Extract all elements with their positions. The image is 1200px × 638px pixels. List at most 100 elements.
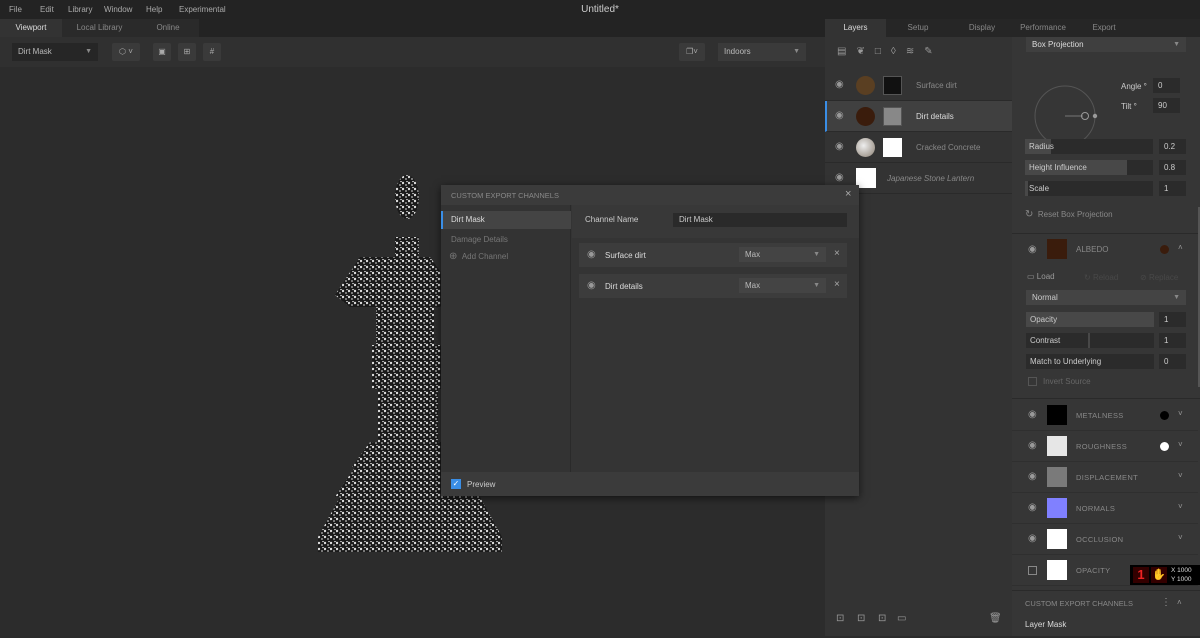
- eye-icon[interactable]: ◉: [1028, 244, 1037, 255]
- scale-slider[interactable]: Scale: [1025, 181, 1153, 196]
- waves-icon[interactable]: ≋: [906, 46, 924, 57]
- channel-swatch[interactable]: [1047, 498, 1067, 518]
- export-icon[interactable]: ⊡: [878, 613, 886, 624]
- scale-input[interactable]: 1: [1159, 181, 1186, 196]
- channel-swatch[interactable]: [1047, 436, 1067, 456]
- height-influence-slider[interactable]: Height Influence: [1025, 160, 1153, 175]
- tab-setup[interactable]: Setup: [886, 19, 950, 37]
- list-icon[interactable]: ▤: [837, 46, 856, 57]
- eye-icon[interactable]: ◉: [1028, 533, 1037, 544]
- eye-icon[interactable]: ◉: [587, 280, 596, 291]
- tab-local-library[interactable]: Local Library: [62, 19, 137, 37]
- radius-input[interactable]: 0.2: [1159, 139, 1186, 154]
- albedo-swatch[interactable]: [1047, 239, 1067, 259]
- channel-swatch[interactable]: [1047, 467, 1067, 487]
- folder-icon[interactable]: ▭: [897, 613, 906, 624]
- match-underlying-slider[interactable]: Match to Underlying: [1026, 354, 1154, 369]
- channel-color-dot[interactable]: [1160, 442, 1169, 451]
- add-fill-icon[interactable]: ⊡: [857, 613, 865, 624]
- environment-select[interactable]: Indoors ▼: [718, 43, 806, 61]
- chevron-down-icon[interactable]: ˅: [1178, 409, 1183, 418]
- layer-row-selected[interactable]: ◉ Dirt details: [825, 101, 1012, 132]
- channel-checkbox[interactable]: [1028, 566, 1037, 575]
- brush-icon[interactable]: ✎: [924, 46, 942, 57]
- tab-viewport[interactable]: Viewport: [0, 19, 62, 37]
- chevron-down-icon[interactable]: ˅: [1178, 440, 1183, 449]
- tab-layers[interactable]: Layers: [825, 19, 886, 37]
- chevron-up-icon[interactable]: ˄: [1178, 243, 1183, 252]
- eye-icon[interactable]: ◉: [1028, 502, 1037, 513]
- source-name: Dirt details: [605, 282, 643, 291]
- trash-icon[interactable]: 🗑: [989, 613, 1002, 624]
- tab-export[interactable]: Export: [1072, 19, 1136, 37]
- add-layer-icon[interactable]: ⊡: [836, 613, 844, 624]
- channel-occlusion[interactable]: ◉ OCCLUSION ˅: [1012, 524, 1198, 555]
- channel-swatch[interactable]: [1047, 529, 1067, 549]
- add-channel-button[interactable]: ⊕ Add Channel: [449, 251, 508, 262]
- image-view-button[interactable]: ▣: [153, 43, 171, 61]
- eye-icon[interactable]: ◉: [835, 110, 844, 121]
- chevron-down-icon[interactable]: ˅: [1178, 502, 1183, 511]
- channel-swatch[interactable]: [1047, 405, 1067, 425]
- grid-2x2-button[interactable]: ⊞: [178, 43, 196, 61]
- channel-color-dot[interactable]: [1160, 411, 1169, 420]
- remove-icon[interactable]: ×: [834, 248, 840, 259]
- channel-item[interactable]: Damage Details: [451, 235, 508, 244]
- eye-icon[interactable]: ◉: [835, 172, 844, 183]
- camera-button[interactable]: ❐˅: [679, 43, 705, 61]
- chevron-down-icon[interactable]: ˅: [1178, 471, 1183, 480]
- angle-input[interactable]: 0: [1153, 78, 1180, 93]
- eye-icon[interactable]: ◉: [1028, 440, 1037, 451]
- more-options-icon[interactable]: ⋮: [1161, 597, 1171, 608]
- caret-down-icon: ▼: [1173, 294, 1180, 301]
- tab-performance[interactable]: Performance: [1014, 19, 1072, 37]
- match-underlying-input[interactable]: 0: [1159, 354, 1186, 369]
- albedo-color-dot[interactable]: [1160, 245, 1169, 254]
- grid-3x3-button[interactable]: #: [203, 43, 221, 61]
- tab-display[interactable]: Display: [950, 19, 1014, 37]
- invert-source-checkbox[interactable]: [1028, 377, 1037, 386]
- close-icon[interactable]: ×: [845, 188, 851, 200]
- layer-row[interactable]: ◉ Surface dirt: [825, 70, 1012, 101]
- reset-projection-button[interactable]: ↻ Reset Box Projection: [1025, 209, 1113, 220]
- remove-icon[interactable]: ×: [834, 279, 840, 290]
- eye-icon[interactable]: ◉: [587, 249, 596, 260]
- layer-mask-thumb: [883, 138, 902, 157]
- layer-row[interactable]: ◉ Cracked Concrete: [825, 132, 1012, 163]
- opacity-slider[interactable]: Opacity: [1026, 312, 1154, 327]
- height-influence-input[interactable]: 0.8: [1159, 160, 1186, 175]
- channel-roughness[interactable]: ◉ ROUGHNESS ˅: [1012, 431, 1198, 462]
- eye-icon[interactable]: ◉: [1028, 471, 1037, 482]
- channel-metalness[interactable]: ◉ METALNESS ˅: [1012, 400, 1198, 431]
- drop-icon[interactable]: ◊: [891, 46, 906, 57]
- blend-mode-select[interactable]: Normal ▼: [1026, 290, 1186, 305]
- eye-icon[interactable]: ◉: [835, 79, 844, 90]
- custom-export-item[interactable]: Layer Mask: [1025, 620, 1066, 629]
- tab-online[interactable]: Online: [137, 19, 199, 37]
- load-button[interactable]: ▭ Load: [1027, 272, 1055, 281]
- opacity-input[interactable]: 1: [1159, 312, 1186, 327]
- contrast-input[interactable]: 1: [1159, 333, 1186, 348]
- channel-displacement[interactable]: ◉ DISPLACEMENT ˅: [1012, 462, 1198, 493]
- leaf-icon[interactable]: ❦: [856, 46, 874, 57]
- view-mode-button[interactable]: ⬡ ˅: [112, 43, 140, 61]
- chevron-up-icon[interactable]: ˄: [1177, 598, 1182, 607]
- preview-checkbox[interactable]: ✓: [451, 479, 461, 489]
- channel-name-input[interactable]: Dirt Mask: [673, 213, 847, 227]
- projection-select[interactable]: Box Projection ▼: [1026, 37, 1186, 52]
- blend-select[interactable]: Max ▼: [739, 247, 826, 262]
- channel-normals[interactable]: ◉ NORMALS ˅: [1012, 493, 1198, 524]
- channel-item-selected[interactable]: Dirt Mask: [441, 211, 571, 229]
- square-icon[interactable]: □: [875, 46, 891, 57]
- reload-button[interactable]: ↻ Reload: [1084, 273, 1118, 282]
- replace-button[interactable]: ⊘ Replace: [1140, 273, 1178, 282]
- radius-slider[interactable]: Radius: [1025, 139, 1153, 154]
- eye-icon[interactable]: ◉: [1028, 409, 1037, 420]
- contrast-slider[interactable]: Contrast: [1026, 333, 1154, 348]
- tilt-input[interactable]: 90: [1153, 98, 1180, 113]
- chevron-down-icon[interactable]: ˅: [1178, 533, 1183, 542]
- eye-icon[interactable]: ◉: [835, 141, 844, 152]
- channel-swatch[interactable]: [1047, 560, 1067, 580]
- channel-select[interactable]: Dirt Mask ▼: [12, 43, 98, 61]
- blend-select[interactable]: Max ▼: [739, 278, 826, 293]
